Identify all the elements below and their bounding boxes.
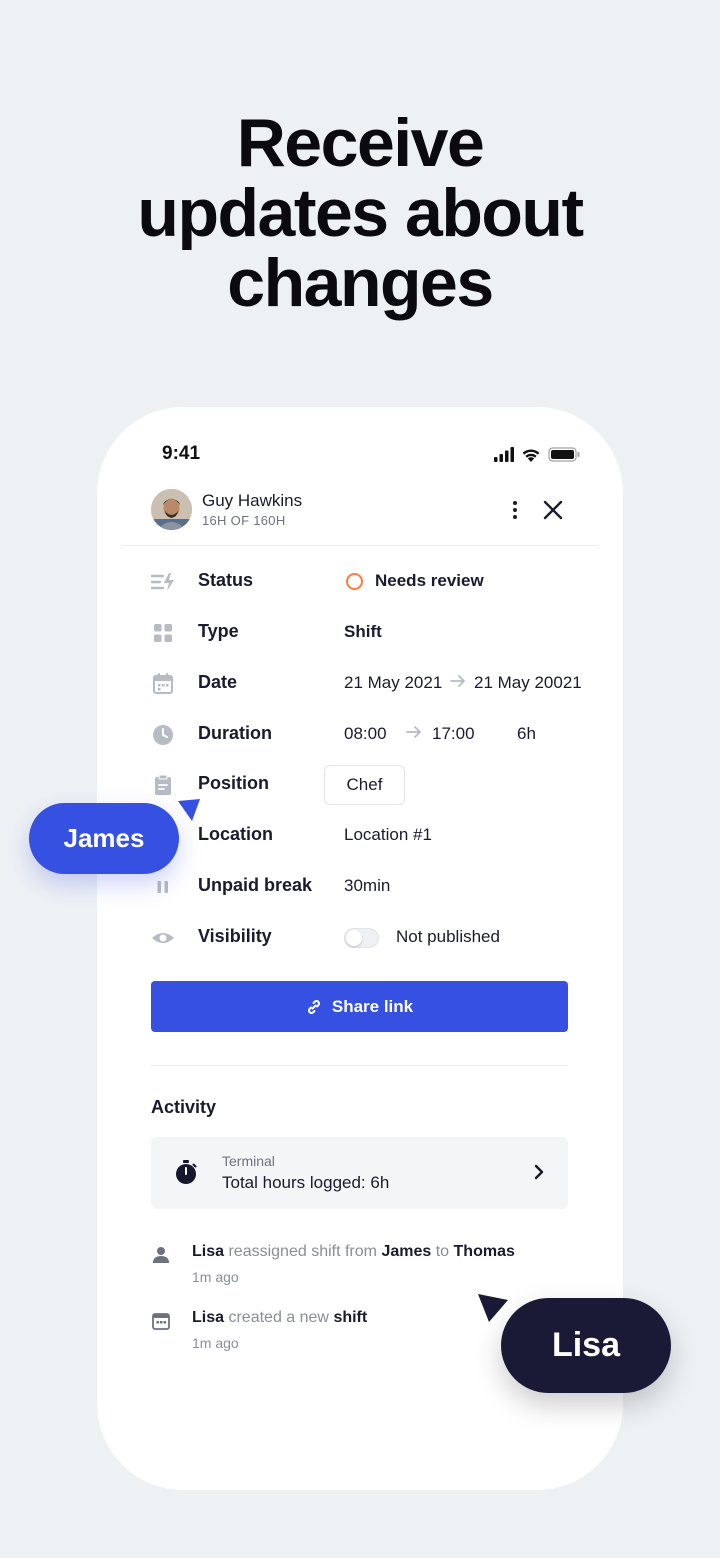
location-value: Location #1 <box>344 825 432 844</box>
date-label: Date <box>198 672 238 692</box>
toggle-knob <box>346 930 362 946</box>
terminal-value: Total hours logged: 6h <box>222 1173 390 1192</box>
date-from: 21 May 2021 <box>344 673 443 692</box>
unpaid-break-value: 30min <box>344 876 391 895</box>
user-hours: 16H OF 160H <box>202 513 286 528</box>
stopwatch-icon <box>176 1160 197 1184</box>
header-divider <box>122 545 598 546</box>
field-visibility[interactable]: Visibility Not published <box>151 918 591 958</box>
share-link-button[interactable]: Share link <box>151 981 568 1032</box>
field-status[interactable]: Status Needs review <box>151 562 591 602</box>
pause-icon <box>157 881 168 893</box>
date-to: 21 May 20021 <box>474 673 582 692</box>
visibility-value: Not published <box>396 927 500 946</box>
status-time: 9:41 <box>162 443 201 464</box>
arrow-right-icon <box>406 726 421 738</box>
close-icon[interactable] <box>540 497 566 523</box>
log-text: Lisa created a new shift <box>192 1309 367 1327</box>
status-bar: 9:41 <box>97 407 623 497</box>
log-action: created a new <box>228 1309 329 1326</box>
duration-from: 08:00 <box>344 724 387 743</box>
person-icon <box>153 1247 169 1263</box>
log-to: Thomas <box>453 1243 515 1260</box>
eye-icon <box>152 933 174 943</box>
log-time: 1m ago <box>192 1335 239 1351</box>
log-connector: to <box>435 1243 450 1260</box>
calendar-icon <box>152 1313 170 1330</box>
chevron-right-icon <box>534 1164 544 1180</box>
section-divider <box>151 1065 568 1066</box>
status-icon <box>151 573 174 591</box>
wifi-icon <box>522 449 540 462</box>
type-label: Type <box>198 621 239 641</box>
field-location[interactable]: Location Location #1 <box>151 816 591 856</box>
cursor-pointer-icon <box>478 1294 508 1322</box>
field-type[interactable]: Type Shift <box>151 613 591 653</box>
type-value: Shift <box>344 622 382 641</box>
activity-log-item: Lisa reassigned shift from James to Thom… <box>151 1241 591 1291</box>
visibility-label: Visibility <box>198 926 272 946</box>
cursor-label-james: James <box>29 803 179 874</box>
terminal-card[interactable]: Terminal Total hours logged: 6h <box>151 1137 568 1209</box>
avatar-image <box>151 489 192 530</box>
log-text: Lisa reassigned shift from James to Thom… <box>192 1243 515 1261</box>
link-icon <box>307 999 320 1014</box>
calendar-icon <box>153 673 173 694</box>
terminal-label: Terminal <box>222 1153 275 1169</box>
field-position[interactable]: Position Chef <box>151 765 591 805</box>
field-duration[interactable]: Duration 08:00 17:00 6h <box>151 715 591 755</box>
clock-icon <box>153 725 173 745</box>
status-icons <box>494 447 580 462</box>
location-label: Location <box>198 824 273 844</box>
headline-line-2: updates about <box>137 175 584 251</box>
position-select[interactable]: Chef <box>324 765 405 805</box>
status-value: Needs review <box>375 571 484 590</box>
log-object: shift <box>333 1309 368 1326</box>
battery-icon <box>548 447 580 462</box>
duration-label: Duration <box>198 723 272 743</box>
log-time: 1m ago <box>192 1269 239 1285</box>
headline-line-3: changes <box>227 245 494 321</box>
share-link-label: Share link <box>331 996 414 1016</box>
unpaid-break-label: Unpaid break <box>198 875 313 895</box>
status-label: Status <box>198 570 254 590</box>
log-actor: Lisa <box>192 1309 225 1326</box>
headline: Receive updates about changes <box>0 108 720 318</box>
field-date[interactable]: Date 21 May 2021 21 May 20021 <box>151 664 591 704</box>
cursor-label-lisa: Lisa <box>501 1298 671 1393</box>
needs-review-indicator <box>346 573 363 590</box>
log-action: reassigned shift from <box>228 1243 377 1260</box>
log-from: James <box>381 1243 432 1260</box>
avatar[interactable] <box>151 489 192 530</box>
field-unpaid-break[interactable]: Unpaid break 30min <box>151 867 591 907</box>
visibility-toggle[interactable] <box>344 928 379 948</box>
arrow-right-icon <box>450 675 465 687</box>
signal-icon <box>494 447 514 462</box>
more-options-icon[interactable] <box>503 498 527 522</box>
activity-title: Activity <box>151 1097 217 1117</box>
log-actor: Lisa <box>192 1243 225 1260</box>
user-name: Guy Hawkins <box>202 491 303 510</box>
duration-to: 17:00 <box>432 724 475 743</box>
shift-header: Guy Hawkins 16H OF 160H <box>151 489 600 545</box>
headline-line-1: Receive <box>236 105 485 181</box>
duration-total: 6h <box>517 724 536 743</box>
clipboard-icon <box>155 774 171 795</box>
cursor-pointer-icon <box>178 799 200 821</box>
grid-icon <box>154 624 172 642</box>
position-label: Position <box>198 773 269 793</box>
